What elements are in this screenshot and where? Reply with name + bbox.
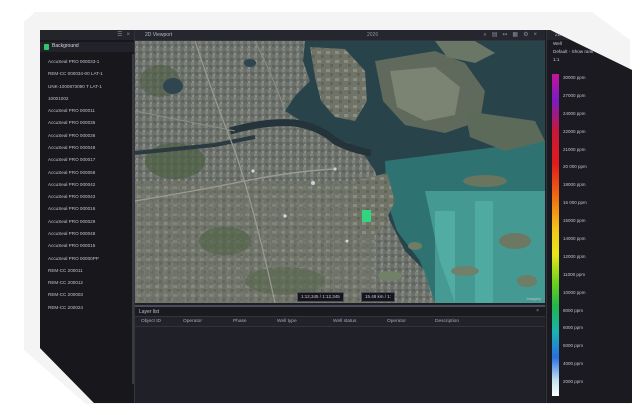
satellite-map-view[interactable]: 1:12,345 / 1:12,345 15.48 km / 1: Imager… (135, 41, 545, 303)
column-header[interactable]: Well type (271, 317, 327, 326)
map-toolbar: ⌕ ▤ ↭ ▦ ⚙ × (483, 30, 537, 40)
legend-panel: 2D Legend Well Default - Show rank 1:1 3… (546, 30, 632, 403)
ramp-label: 4000 ppm (563, 361, 584, 367)
ramp-label: 5000 ppm (563, 343, 584, 349)
ramp-label: 6000 ppm (563, 325, 584, 331)
layer-item[interactable]: UNK-1000873090 T LAT-1 (46, 81, 132, 92)
column-header[interactable]: Description (429, 317, 495, 326)
layer-item[interactable]: REM-CC 200003 (46, 289, 132, 300)
layer-item[interactable]: REM-CC 200024 (46, 302, 132, 313)
ramp-label: 24000 ppm (563, 110, 586, 116)
close-icon[interactable]: × (126, 30, 130, 40)
map-attribution: Imagery (526, 296, 541, 301)
column-header[interactable]: Operator (381, 317, 429, 326)
layer-item[interactable]: REM-CC 000034-00 LAT-1 (46, 68, 132, 79)
layer-list-scrollbar[interactable] (132, 54, 134, 384)
layer-item[interactable]: AccuSeal PRO 000042 (46, 179, 132, 190)
table-header-row: Object ID Operator Phase Well type Well … (135, 316, 545, 327)
layer-item[interactable]: REM-CC 200012 (46, 277, 132, 288)
layer-list: AccuSeal PRO 000033-1 REM-CC 000034-00 L… (40, 56, 132, 314)
layer-item[interactable]: AccuSeal PRO 000048 (46, 142, 132, 153)
grid-icon[interactable]: ▦ (512, 30, 518, 40)
ramp-label: 27000 ppm (563, 92, 586, 98)
layer-item[interactable]: AccuSeal PRO 000016 (46, 203, 132, 214)
ramp-label: 18000 ppm (563, 182, 586, 188)
background-layer-tab[interactable]: Background (40, 42, 134, 52)
ramp-label: 15000 ppm (563, 218, 586, 224)
table-panel-header: Layer list × (135, 307, 545, 316)
column-header[interactable]: Phase (227, 317, 271, 326)
layer-item[interactable]: 10001002 (46, 93, 132, 104)
satellite-imagery (135, 41, 545, 303)
column-header[interactable]: Object ID (135, 317, 177, 326)
ramp-label: 8000 ppm (563, 307, 584, 313)
ramp-label: 30000 ppm (563, 75, 586, 80)
gis-application-window: ☰ × Background AccuSeal PRO 000033-1 REM… (40, 30, 632, 403)
layer-item[interactable]: AccuSeal PRO 000036 (46, 130, 132, 141)
ramp-label: 2000 ppm (563, 379, 584, 385)
ramp-label: 22000 ppm (563, 128, 586, 134)
map-panel: 2D Viewport 2026 ⌕ ▤ ↭ ▦ ⚙ × 1:12,345 / … (135, 30, 545, 403)
table-panel-title: Layer list (139, 308, 160, 315)
ramp-label: 11000 ppm (563, 271, 586, 277)
layer-item[interactable]: REM-CC 200011 (46, 265, 132, 276)
map-panel-header: 2D Viewport 2026 ⌕ ▤ ↭ ▦ ⚙ × (135, 30, 545, 41)
close-icon[interactable]: × (536, 308, 539, 314)
ruler-icon[interactable]: ↭ (502, 30, 507, 40)
layer-item[interactable]: AccuSeal PRO 000035 (46, 117, 132, 128)
scale-readout: 1:12,345 / 1:12,345 (297, 292, 344, 302)
ramp-label: 20 000 ppm (563, 164, 587, 170)
color-ramp-labels: 30000 ppm 27000 ppm 24000 ppm 22000 ppm … (563, 74, 629, 396)
layer-item[interactable]: AccuSeal PRO 000043 (46, 191, 132, 202)
table-body (135, 327, 545, 403)
search-icon[interactable]: ⌕ (483, 30, 486, 40)
menu-icon[interactable]: ☰ (117, 30, 122, 40)
settings-icon[interactable]: ⚙ (523, 30, 528, 40)
layer-item[interactable]: AccuSeal PRO 000015 (46, 240, 132, 251)
map-panel-title: 2D Viewport (145, 32, 173, 38)
ramp-label: 14000 ppm (563, 236, 586, 242)
column-header[interactable]: Well status (327, 317, 381, 326)
layer-item[interactable]: AccuSeal PRO 00000PP (46, 253, 132, 264)
color-ramp (552, 74, 559, 396)
layer-color-marker (44, 44, 49, 50)
ramp-label: 12000 ppm (563, 253, 586, 259)
close-icon[interactable]: × (533, 30, 537, 40)
attribute-table-panel: Layer list × Object ID Operator Phase We… (135, 305, 545, 403)
background-tab-label: Background (52, 43, 79, 49)
layer-item[interactable]: AccuSeal PRO 000033-1 (46, 56, 132, 67)
column-header[interactable]: Operator (177, 317, 227, 326)
screenshot-stage: ☰ × Background AccuSeal PRO 000033-1 REM… (0, 0, 643, 415)
layer-item[interactable]: AccuSeal PRO 000048 (46, 228, 132, 239)
ramp-label: 16 000 ppm (563, 200, 587, 206)
layer-item[interactable]: AccuSeal PRO 000011 (46, 105, 132, 116)
layer-panel: ☰ × Background AccuSeal PRO 000033-1 REM… (40, 30, 135, 403)
ramp-label: 10000 ppm (563, 289, 586, 295)
layer-item[interactable]: AccuSeal PRO 000029 (46, 216, 132, 227)
layer-panel-header: ☰ × (40, 30, 134, 40)
layer-item[interactable]: AccuSeal PRO 000017 (46, 154, 132, 165)
coordinate-readout: 15.48 km / 1: (361, 292, 396, 302)
layer-item[interactable]: AccuSeal PRO 000058 (46, 167, 132, 178)
layers-icon[interactable]: ▤ (492, 30, 498, 40)
ramp-label: 21000 ppm (563, 146, 586, 152)
map-panel-subtitle: 2026 (367, 32, 379, 38)
